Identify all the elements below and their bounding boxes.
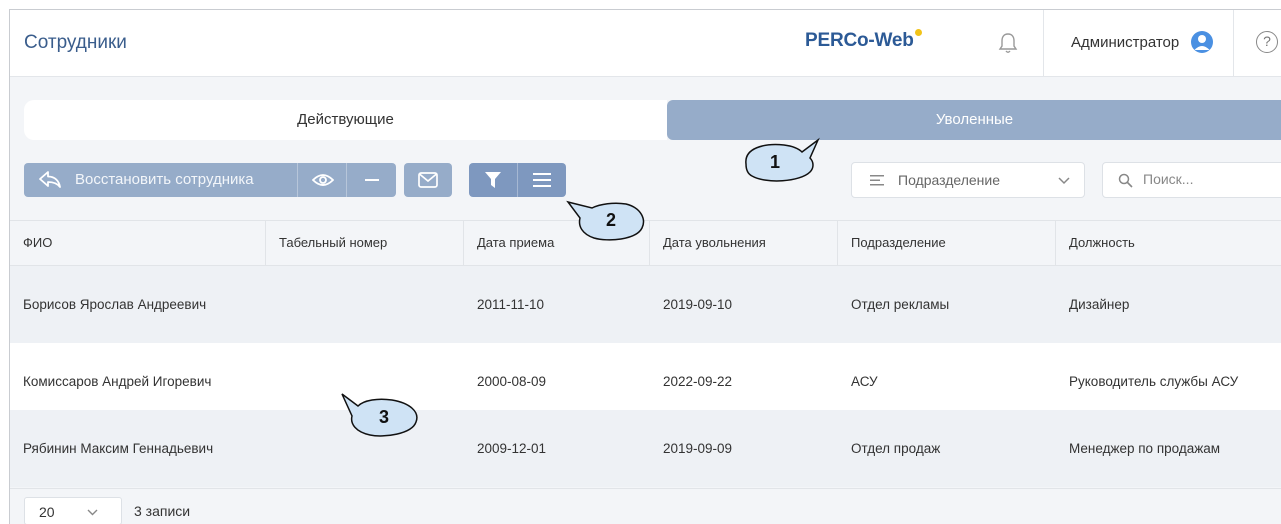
- column-header-dismissal-date[interactable]: Дата увольнения: [650, 221, 838, 265]
- page-size-value: 20: [39, 504, 55, 520]
- table-footer: 20 3 записи: [10, 488, 1281, 524]
- department-select[interactable]: Подразделение: [851, 162, 1085, 198]
- logo-dot: [914, 29, 922, 36]
- table-row[interactable]: Борисов Ярослав Андреевич 2011-11-10 201…: [10, 266, 1281, 343]
- column-header-personnel-number[interactable]: Табельный номер: [266, 221, 464, 265]
- user-name[interactable]: Администратор: [1071, 34, 1179, 51]
- cell-dismissal-date: 2019-09-10: [663, 297, 733, 312]
- callout-number: 3: [379, 407, 390, 427]
- cell-hire-date: 2000-08-09: [477, 374, 547, 389]
- callout-number: 1: [770, 152, 781, 172]
- cell-name: Борисов Ярослав Андреевич: [23, 297, 207, 312]
- hamburger-icon: [533, 173, 551, 187]
- filter-button[interactable]: [469, 163, 517, 197]
- cell-personnel-number: [266, 266, 279, 343]
- header-separator: [1233, 10, 1234, 77]
- cell-position: Менеджер по продажам: [1069, 441, 1221, 456]
- column-header-position[interactable]: Должность: [1056, 221, 1281, 265]
- callout-number: 2: [606, 210, 617, 230]
- department-select-label: Подразделение: [898, 172, 1001, 188]
- send-message-button[interactable]: [404, 163, 452, 197]
- remove-button[interactable]: [346, 163, 396, 197]
- callout-2: 2: [566, 196, 650, 244]
- table-row[interactable]: Рябинин Максим Геннадьевич 2009-12-01 20…: [10, 410, 1281, 487]
- view-button[interactable]: [297, 163, 346, 197]
- tab-active-employees[interactable]: Действующие: [24, 100, 667, 140]
- perco-logo: PERCo-Web: [805, 29, 922, 52]
- column-header-department[interactable]: Подразделение: [838, 221, 1056, 265]
- cell-dismissal-date: 2022-09-22: [663, 374, 733, 389]
- eye-icon: [312, 174, 334, 186]
- callout-3: 3: [340, 390, 424, 440]
- top-bar: Сотрудники PERCo-Web Администратор ?: [10, 10, 1281, 77]
- chevron-down-icon: [1058, 177, 1070, 185]
- page-title: Сотрудники: [24, 32, 127, 53]
- filter-icon: [485, 172, 501, 188]
- reply-arrow-icon: [39, 171, 61, 188]
- cell-department: Отдел рекламы: [851, 297, 950, 312]
- cell-personnel-number: [266, 410, 279, 487]
- search-input[interactable]: [1143, 171, 1273, 187]
- table-row[interactable]: Комиссаров Андрей Игоревич 2000-08-09 20…: [10, 343, 1281, 420]
- column-header-name[interactable]: ФИО: [10, 221, 266, 265]
- chevron-down-icon: [87, 509, 98, 516]
- logo-text: PERCo-Web: [805, 30, 914, 51]
- tab-bar: Действующие Уволенные: [24, 100, 1281, 140]
- cell-personnel-number: [266, 343, 279, 420]
- app-window: Сотрудники PERCo-Web Администратор ? Дей…: [9, 9, 1281, 524]
- cell-hire-date: 2011-11-10: [477, 297, 545, 312]
- cell-dismissal-date: 2019-09-09: [663, 441, 733, 456]
- cell-name: Комиссаров Андрей Игоревич: [23, 374, 212, 389]
- help-icon[interactable]: ?: [1256, 31, 1278, 53]
- cell-department: Отдел продаж: [851, 441, 941, 456]
- list-filter-icon: [870, 175, 884, 186]
- minus-icon: [365, 179, 379, 181]
- cell-department: АСУ: [851, 374, 878, 389]
- cell-name: Рябинин Максим Геннадьевич: [23, 441, 214, 456]
- restore-button-label: Восстановить сотрудника: [75, 171, 254, 188]
- cell-hire-date: 2009-12-01: [477, 441, 547, 456]
- page-size-select[interactable]: 20: [24, 497, 122, 524]
- callout-bubble-1: [745, 137, 820, 182]
- user-avatar-icon[interactable]: [1191, 31, 1213, 53]
- columns-menu-button[interactable]: [517, 163, 566, 197]
- records-count: 3 записи: [134, 503, 191, 519]
- search-box[interactable]: [1102, 162, 1281, 198]
- cell-position: Руководитель службы АСУ: [1069, 374, 1239, 389]
- callout-1: 1: [740, 134, 828, 190]
- bell-icon[interactable]: [997, 31, 1019, 55]
- restore-employee-button[interactable]: Восстановить сотрудника: [24, 163, 297, 197]
- search-icon: [1118, 173, 1133, 188]
- envelope-icon: [418, 172, 438, 188]
- cell-position: Дизайнер: [1069, 297, 1130, 312]
- header-separator: [1043, 10, 1044, 77]
